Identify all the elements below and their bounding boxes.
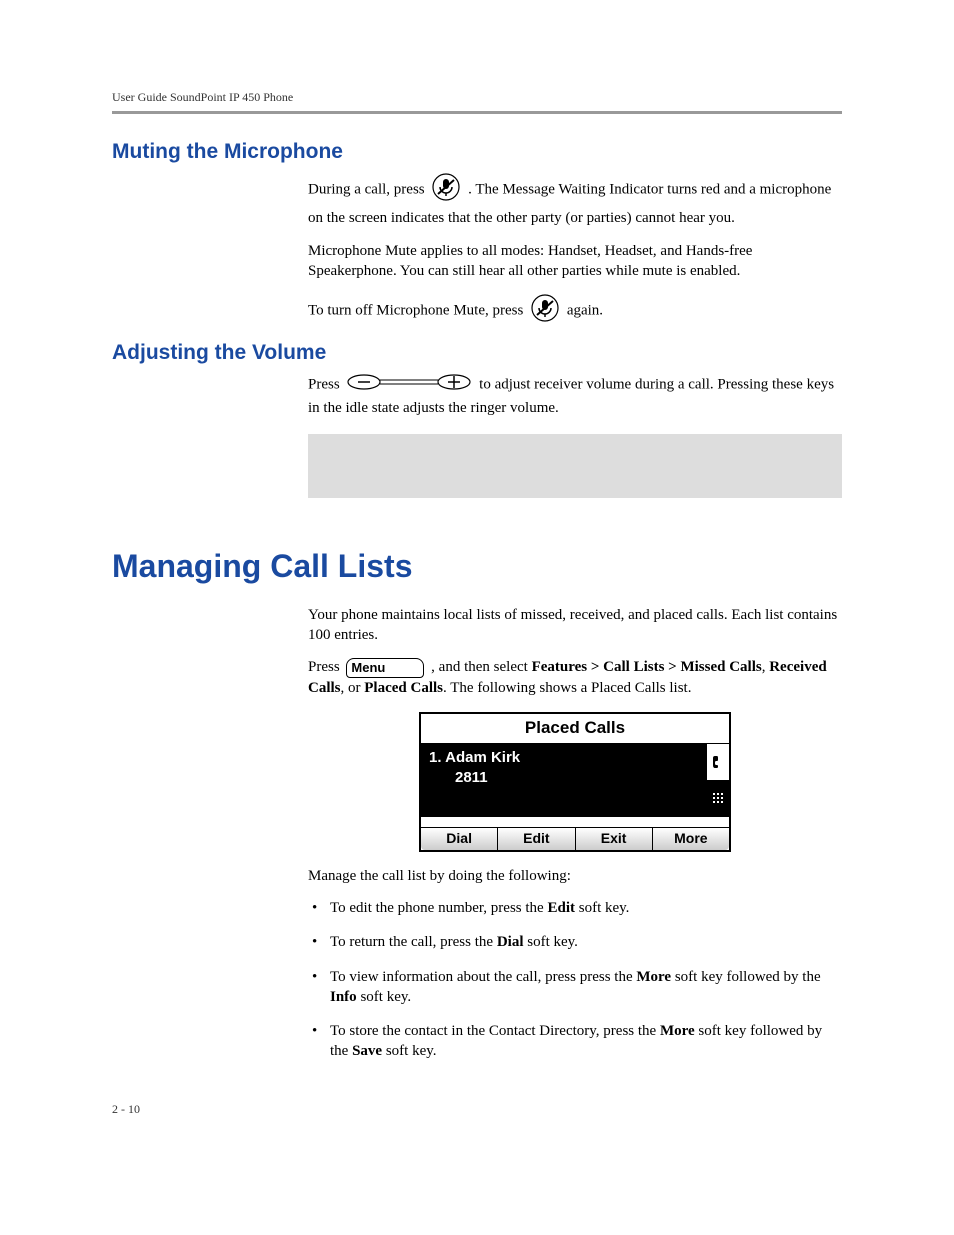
manage-intro: Manage the call list by doing the follow… bbox=[308, 866, 842, 886]
placed-calls-bold: Placed Calls bbox=[364, 680, 443, 696]
softkey-exit: Exit bbox=[576, 828, 653, 850]
text: again. bbox=[567, 303, 603, 319]
mute-paragraph-2: Microphone Mute applies to all modes: Ha… bbox=[308, 241, 842, 282]
text: During a call, press bbox=[308, 182, 428, 198]
lcd-softkey-row: Dial Edit Exit More bbox=[421, 827, 729, 850]
softkey-name: Info bbox=[330, 989, 357, 1005]
handset-icon bbox=[707, 744, 729, 781]
text: soft key followed by the bbox=[671, 969, 821, 985]
softkey-more: More bbox=[653, 828, 729, 850]
menu-key-icon: Menu bbox=[346, 658, 424, 678]
heading-managing-call-lists: Managing Call Lists bbox=[112, 548, 842, 585]
volume-paragraph: Press to adjust receiver volume during a… bbox=[308, 373, 842, 418]
text: To store the contact in the Contact Dire… bbox=[330, 1023, 660, 1039]
mute-icon bbox=[530, 293, 560, 329]
text: soft key. bbox=[575, 900, 629, 916]
softkey-name: More bbox=[660, 1023, 695, 1039]
mute-paragraph-3: To turn off Microphone Mute, press again… bbox=[308, 293, 842, 329]
list-item: To store the contact in the Contact Dire… bbox=[308, 1021, 842, 1062]
page-number: 2 - 10 bbox=[112, 1102, 842, 1117]
text: soft key. bbox=[382, 1043, 436, 1059]
manage-bullet-list: To edit the phone number, press the Edit… bbox=[308, 898, 842, 1062]
softkey-name: Edit bbox=[547, 900, 575, 916]
softkey-name: More bbox=[636, 969, 671, 985]
lcd-sidebar bbox=[706, 744, 729, 816]
header-rule bbox=[112, 111, 842, 114]
note-placeholder bbox=[308, 434, 842, 498]
text: Press bbox=[308, 377, 343, 393]
phone-lcd-figure: Placed Calls 1. Adam Kirk 2811 bbox=[419, 712, 731, 852]
text: To turn off Microphone Mute, press bbox=[308, 303, 527, 319]
lcd-row-name: 1. Adam Kirk bbox=[429, 748, 698, 768]
calls-intro: Your phone maintains local lists of miss… bbox=[308, 605, 842, 646]
text: soft key. bbox=[357, 989, 411, 1005]
text: To return the call, press the bbox=[330, 934, 497, 950]
text: , and then select bbox=[431, 659, 531, 675]
keypad-icon bbox=[707, 781, 729, 817]
lcd-title: Placed Calls bbox=[421, 714, 729, 744]
text: To edit the phone number, press the bbox=[330, 900, 547, 916]
text: To view information about the call, pres… bbox=[330, 969, 636, 985]
list-item: To edit the phone number, press the Edit… bbox=[308, 898, 842, 918]
menu-path: Features > Call Lists > Missed Calls bbox=[532, 659, 762, 675]
heading-volume: Adjusting the Volume bbox=[112, 341, 842, 365]
text: , or bbox=[341, 680, 365, 696]
heading-muting: Muting the Microphone bbox=[112, 140, 842, 164]
list-item: To view information about the call, pres… bbox=[308, 967, 842, 1008]
text: Press bbox=[308, 659, 343, 675]
mute-paragraph-1: During a call, press . The Message Waiti… bbox=[308, 172, 842, 229]
calls-nav: Press Menu , and then select Features > … bbox=[308, 657, 842, 698]
lcd-selected-row: 1. Adam Kirk 2811 bbox=[421, 744, 706, 816]
running-header: User Guide SoundPoint IP 450 Phone bbox=[112, 90, 842, 105]
softkey-edit: Edit bbox=[498, 828, 575, 850]
lcd-row-number: 2811 bbox=[455, 768, 698, 788]
softkey-name: Dial bbox=[497, 934, 524, 950]
mute-icon bbox=[431, 172, 461, 208]
softkey-name: Save bbox=[352, 1043, 382, 1059]
list-item: To return the call, press the Dial soft … bbox=[308, 932, 842, 952]
text: soft key. bbox=[523, 934, 577, 950]
softkey-dial: Dial bbox=[421, 828, 498, 850]
volume-rocker-icon bbox=[346, 373, 472, 397]
text: . The following shows a Placed Calls lis… bbox=[443, 680, 691, 696]
